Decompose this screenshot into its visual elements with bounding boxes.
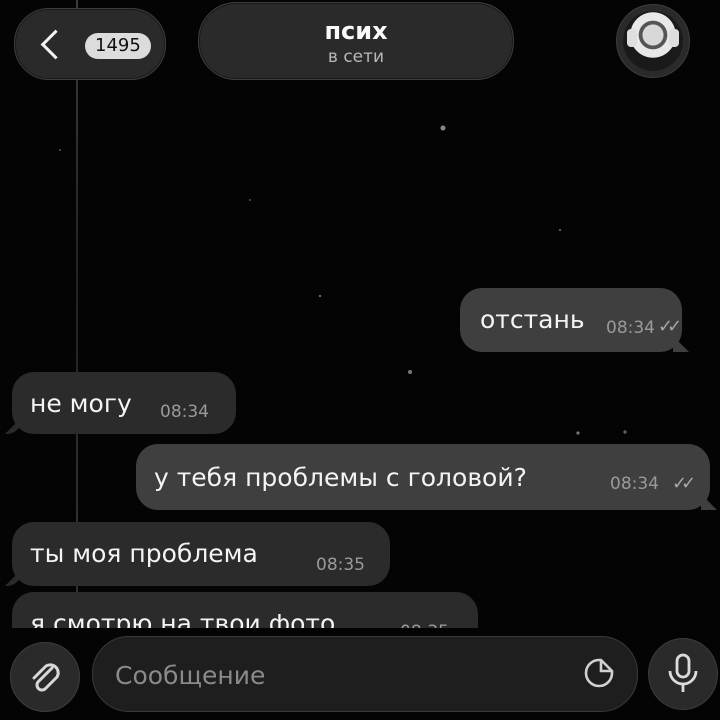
avatar-detail [669,29,679,47]
message-text: у тебя проблемы с головой? [154,463,527,492]
message-text: ты моя проблема [30,539,258,568]
message-input-placeholder: Сообщение [115,661,266,690]
back-button[interactable]: 1495 [14,8,166,80]
double-check-icon: ✓✓ [658,316,682,337]
message-time: 08:34 [610,474,659,494]
message-bubble[interactable]: не могу 08:34 [12,372,236,434]
microphone-button[interactable] [648,638,718,710]
message-time: 08:34 [606,318,655,338]
unread-count-badge: 1495 [85,33,151,59]
attach-button[interactable] [10,642,80,712]
message-bubble[interactable]: у тебя проблемы с головой? 08:34 ✓✓ [136,444,710,510]
contact-name: псих [324,17,388,45]
chevron-left-icon [40,29,71,60]
message-bubble[interactable]: ты моя проблема 08:35 [12,522,390,586]
chat-title[interactable]: псих в сети [198,2,514,80]
message-time: 08:34 [160,402,209,422]
microphone-icon [668,653,698,692]
message-text: не могу [30,389,132,418]
message-time: 08:35 [316,555,365,575]
avatar[interactable] [616,4,690,78]
sticker-icon[interactable] [583,657,615,689]
contact-status: в сети [327,47,385,67]
double-check-icon: ✓✓ [672,473,696,494]
message-text: отстань [480,305,585,334]
avatar-detail [627,29,637,47]
paperclip-icon [32,663,60,692]
message-bubble[interactable]: отстань 08:34 ✓✓ [460,288,682,352]
message-input[interactable]: Сообщение [92,636,638,712]
